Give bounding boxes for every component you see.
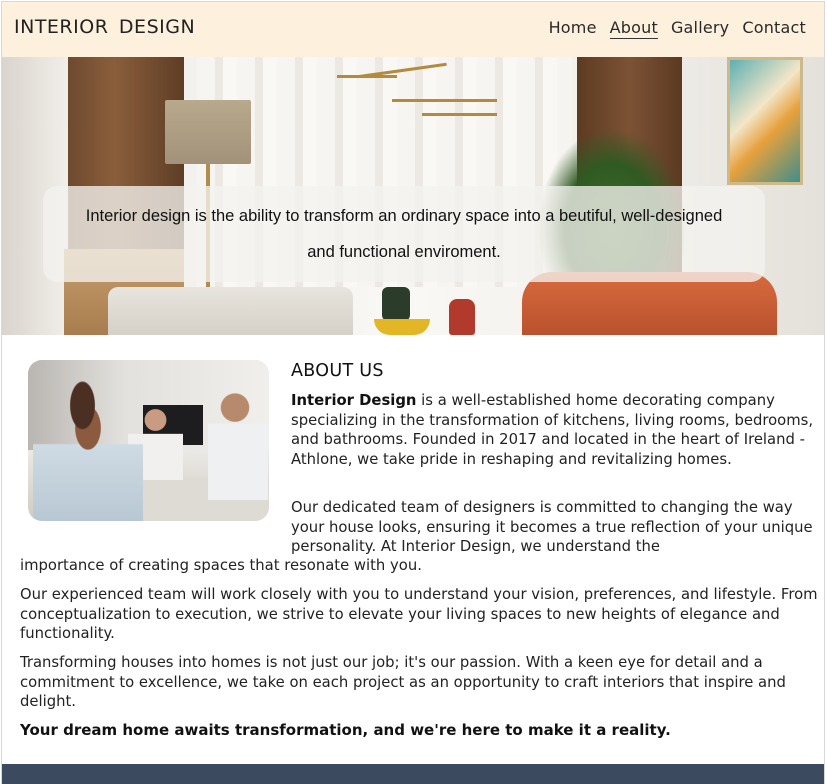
nav-about[interactable]: About [609,18,658,39]
nav-contact[interactable]: Contact [742,18,806,39]
hero-floor-lamp-shade [165,100,251,164]
about-closing-line: Your dream home awaits transformation, a… [20,721,671,739]
hero-chandelier [337,61,497,121]
hero-banner: Interior design is the ability to transf… [2,57,824,335]
about-paragraph-2: Our dedicated team of designers is commi… [291,499,813,555]
hero-bowl [374,319,430,335]
hero-tagline: Interior design is the ability to transf… [85,207,723,261]
about-paragraph-3: Our experienced team will work closely w… [20,586,818,642]
about-heading: ABOUT US [291,361,384,381]
photo-person-front [33,380,143,521]
brand-logo[interactable]: INTERIOR DESIGN [14,16,195,38]
about-paragraph-4: Transforming houses into homes is not ju… [20,654,786,710]
about-paragraph-2-continued: importance of creating spaces that reson… [20,557,422,574]
site-header: INTERIOR DESIGN Home About Gallery Conta… [2,2,824,57]
hero-vase-dark [382,287,410,321]
hero-vase-red [449,299,475,335]
nav-gallery[interactable]: Gallery [671,18,729,39]
about-paragraph-1: Interior Design is a well-established ho… [291,391,815,469]
about-company-name: Interior Design [291,392,417,409]
nav-home[interactable]: Home [549,18,597,39]
site-footer [2,764,824,784]
about-team-photo [28,360,269,521]
hero-armchair [108,287,353,335]
hero-wall-painting [727,57,803,185]
page: INTERIOR DESIGN Home About Gallery Conta… [1,1,825,784]
photo-person-right [208,390,268,500]
main-nav: Home About Gallery Contact [549,18,806,39]
